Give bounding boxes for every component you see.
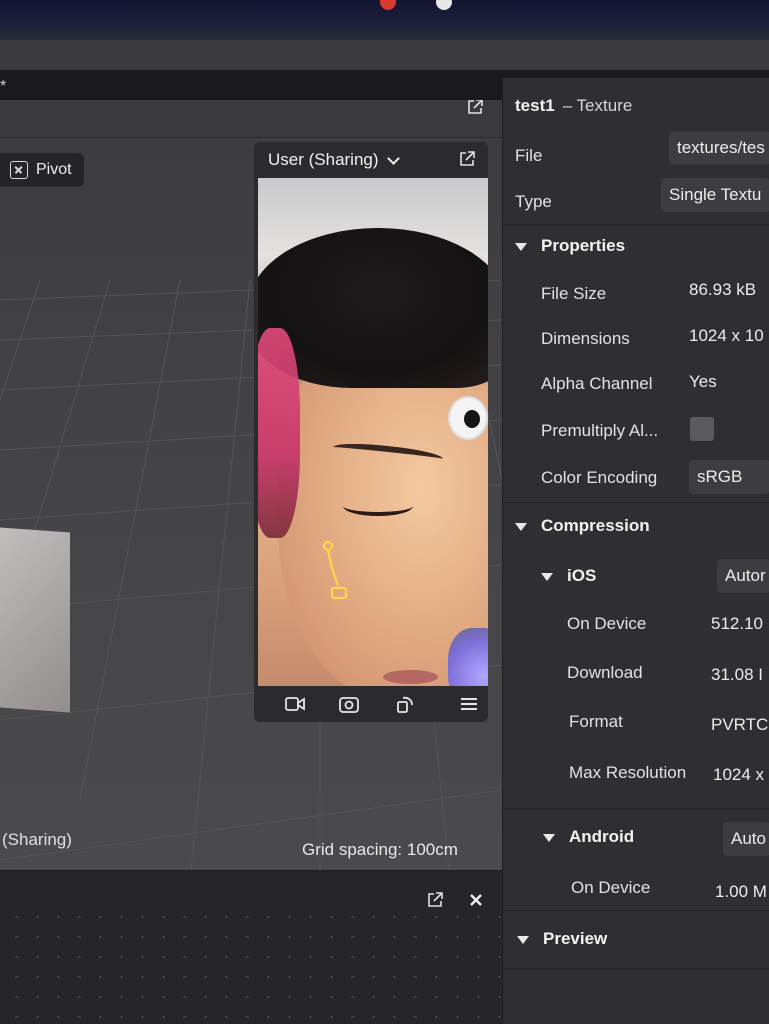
menubar-status-icon (380, 0, 396, 10)
divider (503, 502, 769, 503)
android-compression-select[interactable]: Auto (723, 822, 769, 856)
android-section-toggle[interactable]: Android (543, 827, 634, 847)
compression-header: Compression (541, 516, 650, 535)
dimensions-value: 1024 x 10 (689, 326, 764, 345)
eye-sticker-effect (448, 396, 488, 440)
type-label: Type (515, 192, 552, 211)
preview-device-selector[interactable]: User (Sharing) (254, 142, 488, 178)
popout-icon[interactable] (466, 100, 484, 116)
asset-type: – Texture (562, 96, 633, 115)
inspector-title: test1 – Texture (515, 96, 632, 116)
unsaved-indicator: * (0, 78, 7, 95)
divider (503, 224, 769, 225)
ios-on-device-label: On Device (567, 614, 647, 633)
dimensions-label: Dimensions (541, 329, 630, 348)
alpha-channel-label: Alpha Channel (541, 374, 653, 393)
chevron-down-icon (515, 522, 527, 531)
ios-download-label: Download (567, 663, 643, 682)
android-on-device-label: On Device (571, 878, 651, 897)
image-plane-object[interactable] (0, 527, 70, 713)
alpha-channel-value: Yes (689, 372, 717, 391)
compression-section-toggle[interactable]: Compression (515, 516, 650, 536)
ios-section-toggle[interactable]: iOS (541, 566, 596, 586)
viewport-header (0, 100, 502, 138)
microphone-object (448, 628, 488, 686)
properties-header: Properties (541, 236, 626, 255)
properties-section-toggle[interactable]: Properties (515, 236, 625, 256)
inspector-panel: test1 – Texture File textures/tes Type Si… (502, 78, 769, 1024)
dotted-canvas (0, 903, 502, 1024)
eye (343, 496, 413, 516)
pivot-label: Pivot (36, 161, 72, 178)
pivot-toggle-button[interactable]: Pivot (0, 153, 84, 187)
app-toolbar (0, 40, 769, 70)
menubar-status-icon (436, 0, 452, 10)
ios-header: iOS (567, 566, 597, 585)
divider (503, 968, 769, 969)
preview-section-toggle[interactable]: Preview (517, 929, 607, 949)
chevron-down-icon (541, 572, 553, 581)
preview-header: Preview (543, 929, 608, 948)
hamburger-menu-icon[interactable] (458, 694, 480, 714)
popout-icon[interactable] (458, 150, 476, 168)
chevron-down-icon (543, 833, 555, 842)
android-on-device-value: 1.00 M (715, 882, 767, 901)
ios-format-value: PVRTC (711, 715, 769, 734)
pink-hair-region (258, 328, 300, 538)
viewport-camera-label: (Sharing) (2, 830, 72, 849)
color-encoding-select[interactable]: sRGB (689, 460, 769, 494)
ios-compression-select[interactable]: Autor (717, 559, 769, 593)
ios-max-resolution-label: Max Resolution (569, 763, 687, 782)
ios-format-label: Format (569, 712, 623, 731)
color-encoding-label: Color Encoding (541, 468, 658, 487)
close-icon (10, 161, 28, 179)
divider (503, 910, 769, 911)
lips (383, 670, 438, 684)
file-size-value: 86.93 kB (689, 280, 757, 299)
camera-feed-image (258, 178, 488, 686)
video-camera-icon[interactable] (284, 694, 306, 714)
grid-spacing-label: Grid spacing: 100cm (302, 840, 458, 859)
premultiply-alpha-label: Premultiply Al... (541, 421, 659, 440)
preview-device-label: User (Sharing) (268, 150, 379, 169)
file-size-label: File Size (541, 284, 607, 303)
premultiply-alpha-checkbox[interactable] (690, 417, 714, 441)
rotate-device-icon[interactable] (394, 694, 416, 714)
ios-max-resolution-value: 1024 x (713, 765, 765, 784)
camera-preview-panel: User (Sharing) (254, 142, 488, 722)
ios-download-value: 31.08 I (711, 665, 763, 684)
preview-toolbar (254, 686, 488, 722)
flip-camera-icon[interactable] (338, 694, 360, 714)
file-label: File (515, 146, 543, 165)
divider (503, 808, 769, 809)
ios-on-device-value: 512.10 (711, 614, 763, 633)
screen-bezel (0, 0, 769, 40)
type-select[interactable]: Single Textu (661, 178, 769, 212)
chevron-down-icon (517, 935, 529, 944)
asset-name: test1 (515, 96, 555, 115)
android-header: Android (569, 827, 635, 846)
chevron-down-icon (386, 151, 400, 165)
trophy-sticker-effect (322, 540, 348, 600)
file-field[interactable]: textures/tes (669, 131, 769, 165)
bottom-panel (0, 870, 502, 1024)
chevron-down-icon (515, 242, 527, 251)
